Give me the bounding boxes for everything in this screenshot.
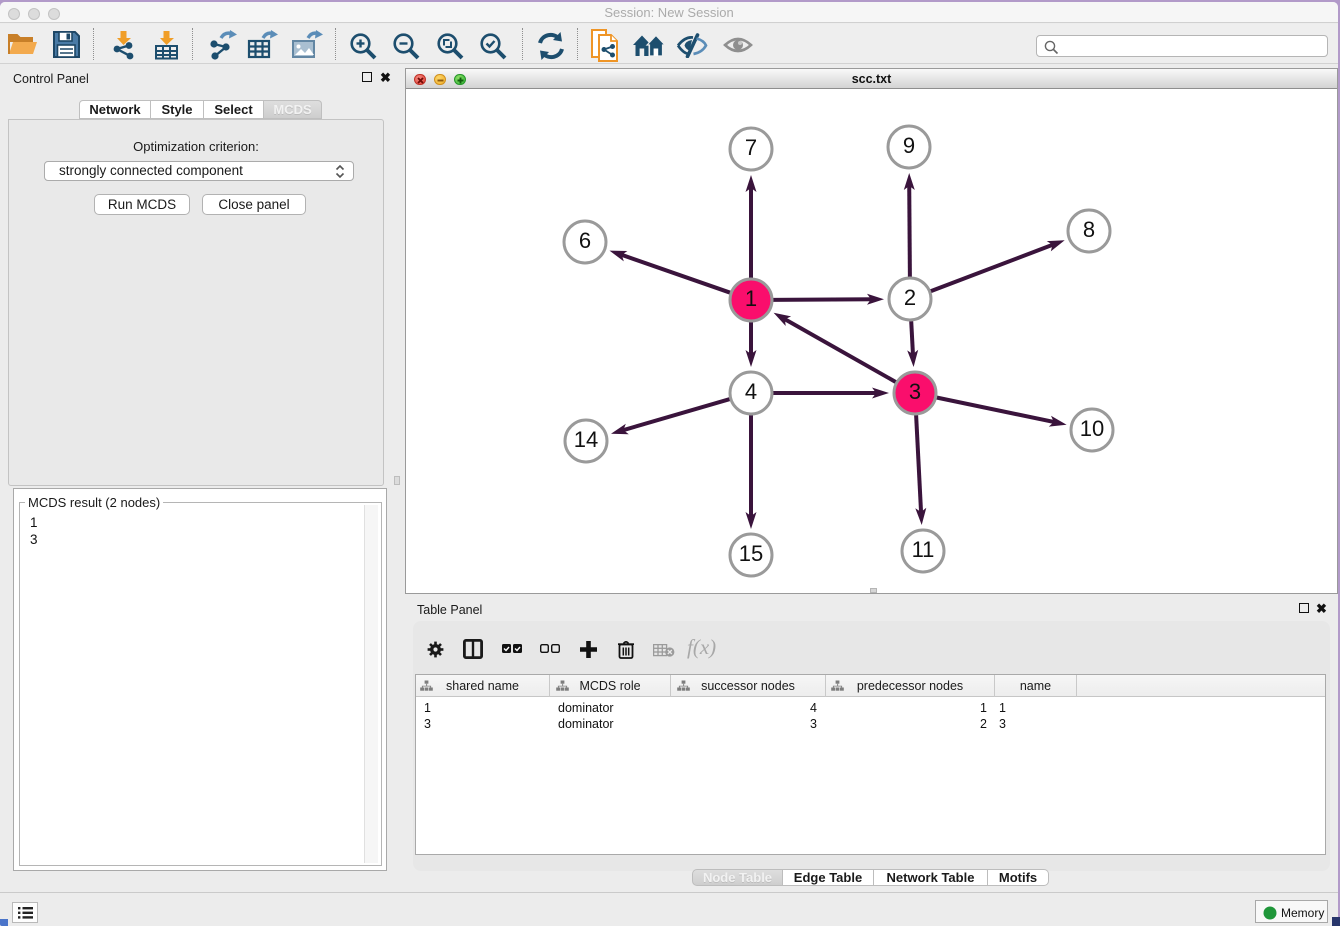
svg-text:8: 8 bbox=[1083, 217, 1095, 242]
svg-text:6: 6 bbox=[579, 228, 591, 253]
svg-text:15: 15 bbox=[739, 541, 763, 566]
svg-text:9: 9 bbox=[903, 133, 915, 158]
svg-text:4: 4 bbox=[745, 379, 757, 404]
svg-text:3: 3 bbox=[909, 379, 921, 404]
svg-text:2: 2 bbox=[904, 285, 916, 310]
svg-text:11: 11 bbox=[912, 537, 935, 562]
svg-text:1: 1 bbox=[745, 286, 757, 311]
svg-text:10: 10 bbox=[1080, 416, 1104, 441]
svg-text:7: 7 bbox=[745, 135, 757, 160]
svg-text:14: 14 bbox=[574, 427, 598, 452]
